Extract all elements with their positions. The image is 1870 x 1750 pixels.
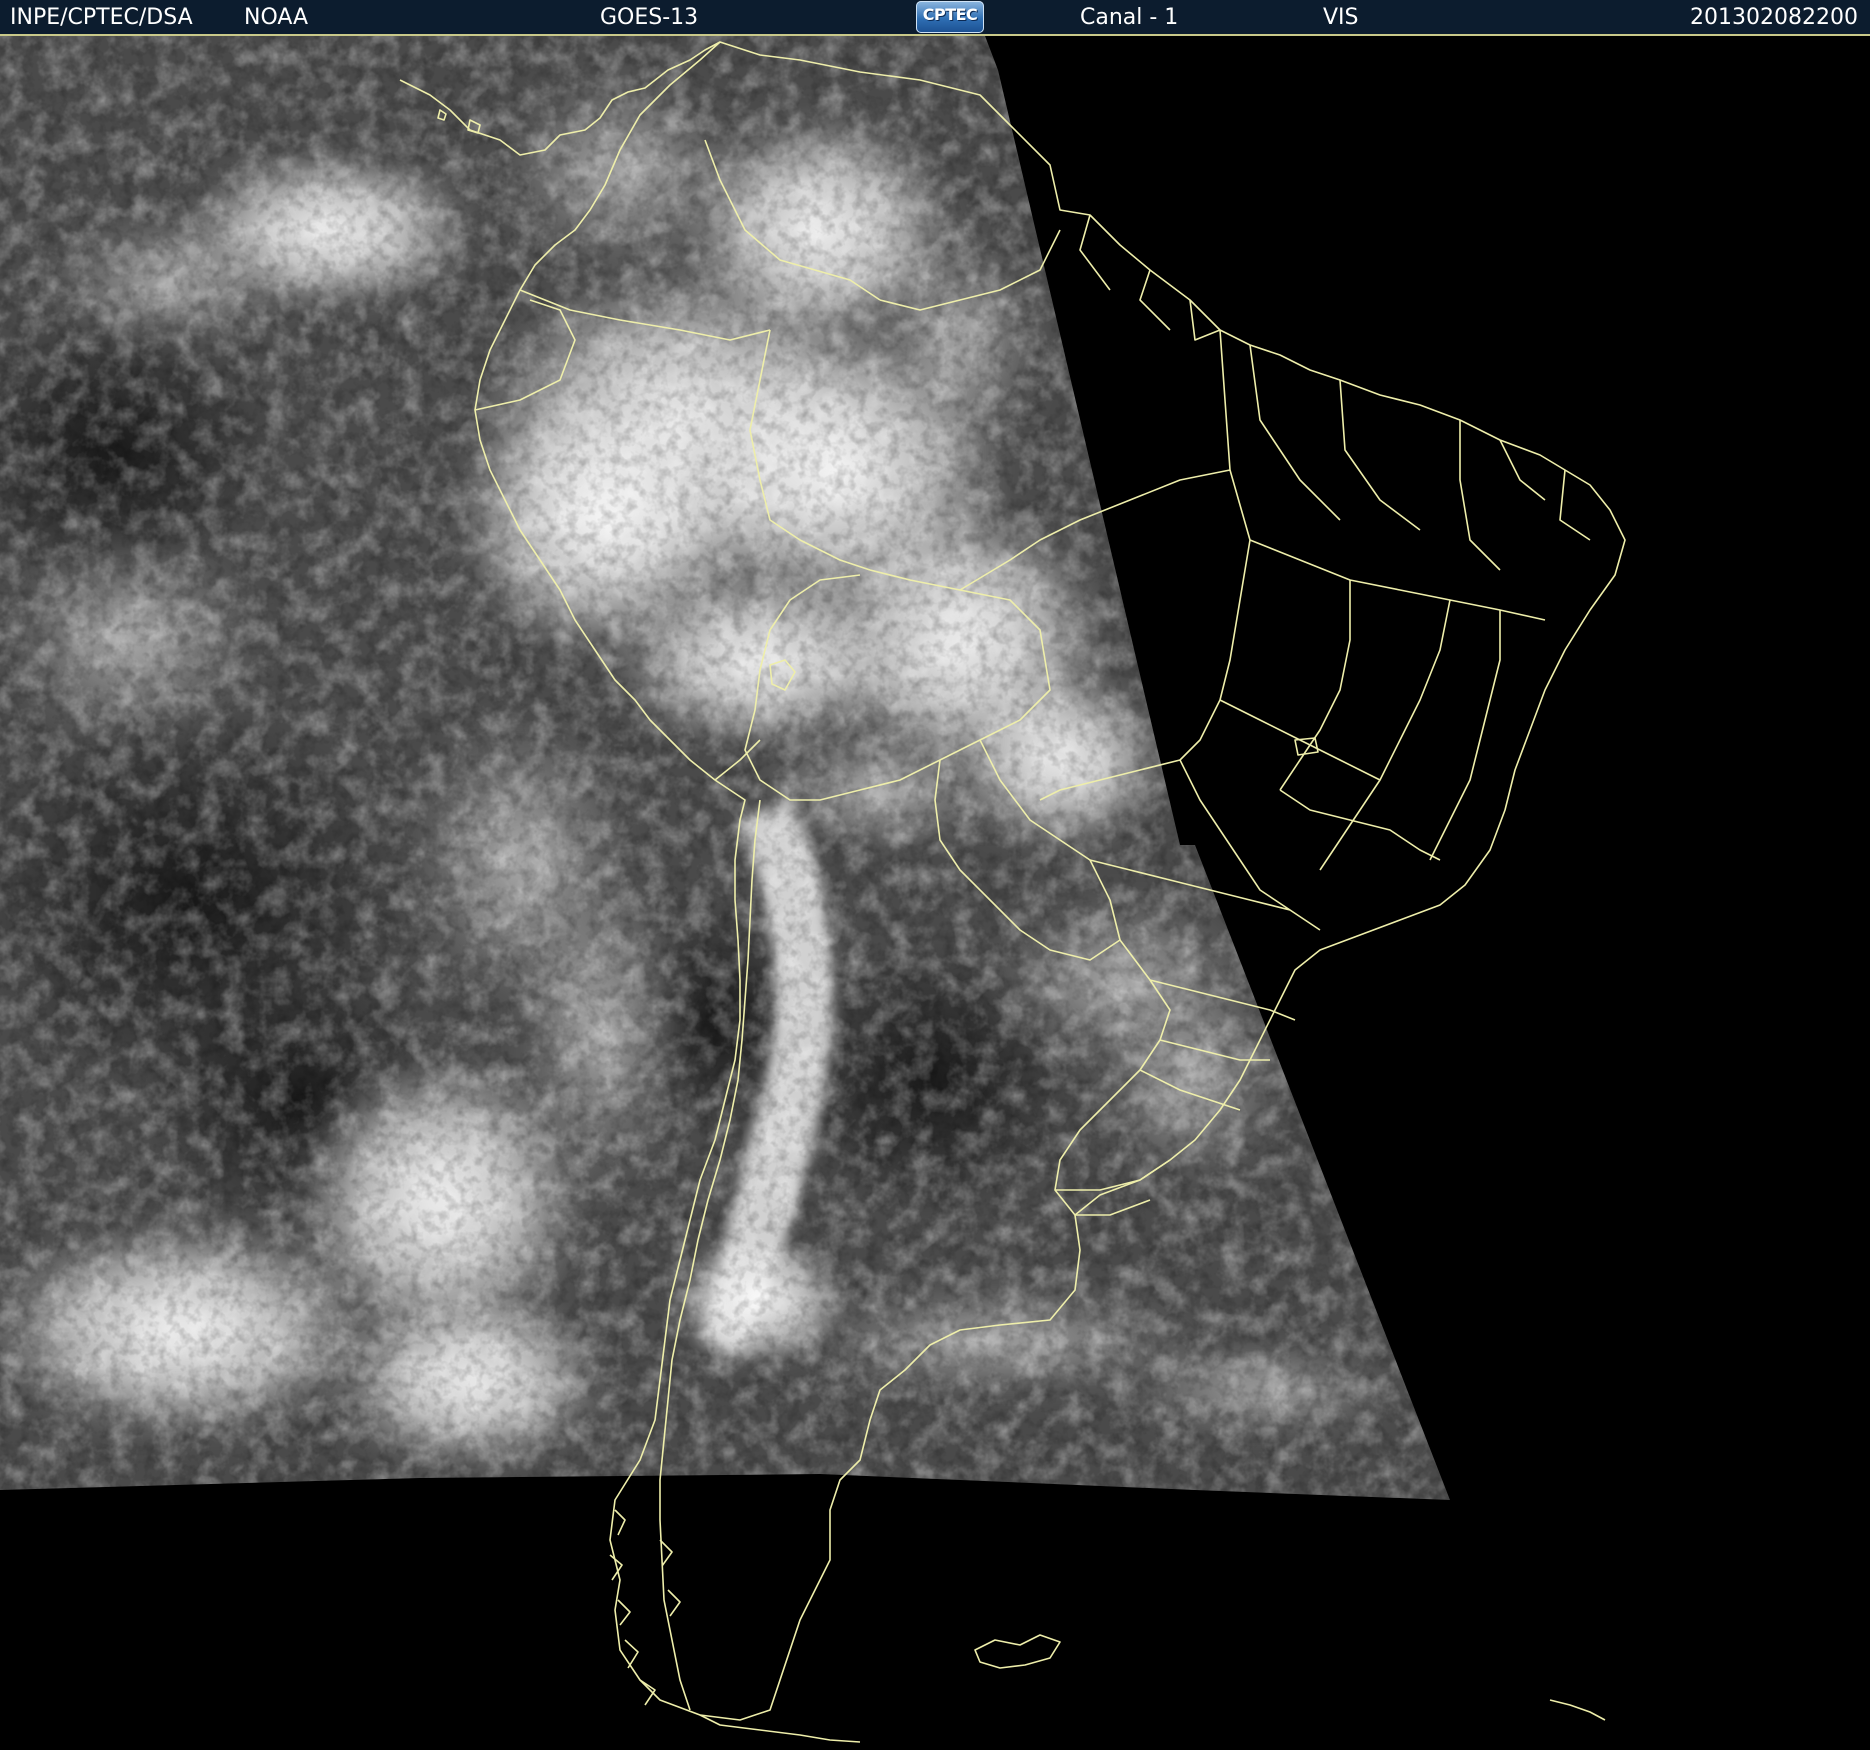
- image-header-bar: INPE/CPTEC/DSA NOAA GOES-13 CPTEC Canal …: [0, 0, 1870, 36]
- band-label: VIS: [1323, 5, 1359, 30]
- guianas-borders: [1079, 214, 1221, 341]
- tierra-del-fuego-outline: [699, 1714, 861, 1743]
- falkland-islands-outline: [974, 1634, 1061, 1669]
- source-label: NOAA: [244, 5, 309, 30]
- south-georgia-outline: [1549, 1699, 1606, 1721]
- channel-label: Canal - 1: [1080, 5, 1179, 30]
- satellite-map: [0, 36, 1626, 1743]
- agency-label: INPE/CPTEC/DSA: [10, 5, 193, 30]
- timestamp-label: 201302082200: [1690, 5, 1858, 30]
- chilean-fjords: [609, 1509, 681, 1706]
- cptec-logo: CPTEC: [916, 1, 984, 33]
- satellite-label: GOES-13: [600, 5, 699, 30]
- logo-text: CPTEC: [922, 5, 978, 24]
- image-swath: [0, 36, 1450, 1500]
